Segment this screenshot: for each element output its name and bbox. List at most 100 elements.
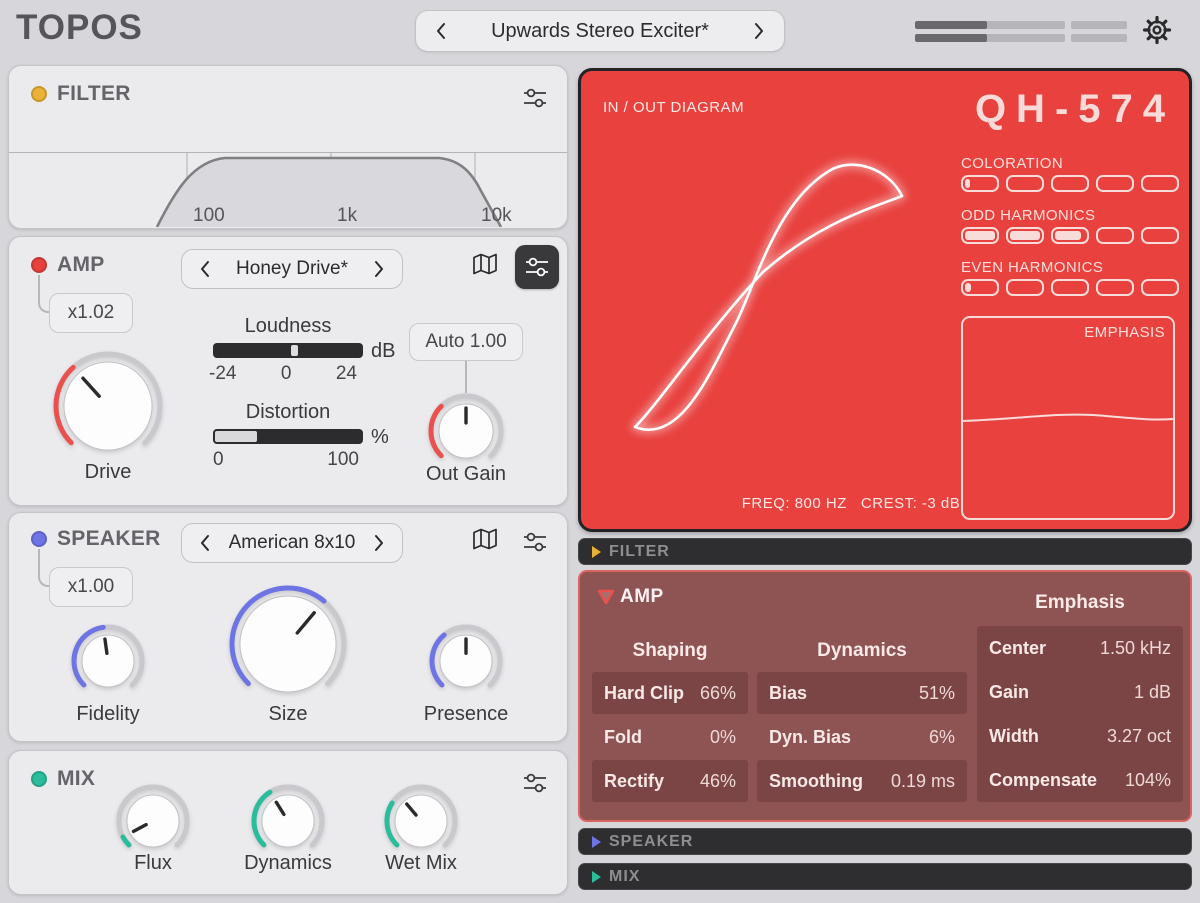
meter-pill — [1096, 227, 1134, 244]
drive-knob-label: Drive — [48, 461, 168, 484]
speaker-preset-browser[interactable]: American 8x10 — [181, 523, 403, 563]
preset-browser[interactable]: Upwards Stereo Exciter* — [415, 10, 785, 52]
speaker-preset-next-button[interactable] — [368, 532, 390, 554]
amp-multiplier-badge[interactable]: x1.02 — [49, 293, 133, 333]
odd-harmonics-label: ODD HARMONICS — [961, 207, 1095, 224]
chevron-right-icon — [373, 260, 385, 278]
smoothing-cell[interactable]: Smoothing 0.19 ms — [757, 760, 967, 802]
mix-enable-led[interactable] — [31, 771, 47, 787]
meter-pill — [1141, 279, 1179, 296]
distortion-slider-fill — [215, 431, 257, 442]
bias-cell[interactable]: Bias 51% — [757, 672, 967, 714]
fold-cell[interactable]: Fold 0% — [592, 716, 748, 758]
even-harmonics-label: EVEN HARMONICS — [961, 259, 1103, 276]
size-knob[interactable] — [228, 584, 348, 709]
distortion-label: Distortion — [228, 401, 348, 424]
compensate-cell[interactable]: Compensate 104% — [977, 758, 1183, 802]
fidelity-knob-label: Fidelity — [48, 703, 168, 726]
shaping-column-header: Shaping — [592, 630, 748, 672]
expand-triangle-icon — [592, 871, 601, 883]
emphasis-column-header: Emphasis — [977, 582, 1183, 624]
amp-detail-section-expanded: AMP Emphasis Shaping Hard Clip 66% Fold … — [578, 570, 1192, 822]
out-gain-auto-badge[interactable]: Auto 1.00 — [409, 323, 523, 361]
mix-detail-row-collapsed[interactable]: MIX — [578, 863, 1192, 890]
meter-pill — [1051, 227, 1089, 244]
map-icon — [472, 528, 498, 551]
hard-clip-cell[interactable]: Hard Clip 66% — [592, 672, 748, 714]
meter-right-channel — [915, 34, 1127, 42]
rectify-cell[interactable]: Rectify 46% — [592, 760, 748, 802]
drive-knob[interactable] — [52, 350, 164, 467]
app-logo: TOPOS — [16, 8, 143, 48]
speaker-preset-map-button[interactable] — [472, 528, 498, 556]
speaker-preset-prev-button[interactable] — [194, 532, 216, 554]
presence-knob[interactable] — [428, 623, 504, 704]
meter-pill — [961, 279, 999, 296]
amp-preset-next-button[interactable] — [368, 258, 390, 280]
filter-advanced-button[interactable] — [521, 86, 549, 115]
freq-readout: FREQ: 800 HZ — [742, 495, 847, 512]
amp-panel-title: AMP — [57, 253, 105, 277]
filter-panel: FILTER 100 1k 10k — [8, 65, 568, 229]
gear-icon — [1140, 13, 1174, 47]
display-model-name: QH-574 — [975, 87, 1175, 132]
mix-panel: MIX Flux Dynamics Wet Mix — [8, 750, 568, 895]
center-cell[interactable]: Center 1.50 kHz — [977, 626, 1183, 670]
emphasis-parameter-block: Center 1.50 kHz Gain 1 dB Width 3.27 oct… — [977, 626, 1183, 802]
plugin-window: TOPOS Upwards Stereo Exciter* — [0, 0, 1200, 903]
distortion-slider[interactable] — [213, 429, 363, 444]
amp-advanced-button-active[interactable] — [515, 245, 559, 289]
settings-button[interactable] — [1140, 13, 1174, 52]
dyn-bias-cell[interactable]: Dyn. Bias 6% — [757, 716, 967, 758]
dynamics-knob-label: Dynamics — [228, 852, 348, 875]
chevron-left-icon — [199, 534, 211, 552]
speaker-detail-row-collapsed[interactable]: SPEAKER — [578, 828, 1192, 855]
amp-preset-browser[interactable]: Honey Drive* — [181, 249, 403, 289]
meter-pill — [1096, 175, 1134, 192]
sliders-icon — [521, 86, 549, 110]
meter-pill — [1006, 279, 1044, 296]
filter-enable-led[interactable] — [31, 86, 47, 102]
distortion-unit: % — [371, 426, 389, 449]
loudness-label: Loudness — [228, 315, 348, 338]
chevron-left-icon — [434, 21, 448, 41]
emphasis-curve-box: EMPHASIS — [961, 316, 1175, 520]
flux-knob-label: Flux — [93, 852, 213, 875]
even-harmonics-meter — [961, 279, 1179, 296]
speaker-enable-led[interactable] — [31, 531, 47, 547]
output-level-meters — [915, 21, 1127, 47]
preset-next-button[interactable] — [748, 20, 770, 42]
speaker-multiplier-badge[interactable]: x1.00 — [49, 567, 133, 607]
emphasis-curve — [963, 410, 1173, 426]
size-knob-label: Size — [228, 703, 348, 726]
sliders-icon — [523, 255, 551, 279]
gain-cell[interactable]: Gain 1 dB — [977, 670, 1183, 714]
loudness-slider-handle[interactable] — [291, 345, 298, 356]
speaker-advanced-button[interactable] — [521, 530, 549, 559]
meter-pill — [1096, 279, 1134, 296]
filter-detail-label: FILTER — [609, 543, 670, 561]
dynamics-column-header: Dynamics — [757, 630, 967, 672]
speaker-panel: SPEAKER x1.00 American 8x10 — [8, 512, 568, 742]
meter-pill — [1051, 279, 1089, 296]
amp-detail-title: AMP — [620, 586, 664, 608]
wet-mix-knob-label: Wet Mix — [361, 852, 481, 875]
amp-preset-prev-button[interactable] — [194, 258, 216, 280]
meter-pill — [961, 175, 999, 192]
fidelity-knob[interactable] — [70, 623, 146, 704]
collapse-triangle-icon[interactable] — [596, 588, 616, 611]
width-cell[interactable]: Width 3.27 oct — [977, 714, 1183, 758]
emphasis-box-label: EMPHASIS — [1084, 324, 1165, 341]
meter-left-channel — [915, 21, 1127, 29]
mix-advanced-button[interactable] — [521, 771, 549, 800]
loudness-slider[interactable] — [213, 343, 363, 358]
amp-enable-led[interactable] — [31, 257, 47, 273]
amp-preset-map-button[interactable] — [472, 253, 498, 281]
expand-triangle-icon — [592, 836, 601, 848]
meter-pill — [1141, 175, 1179, 192]
filter-curve-graph[interactable]: 100 1k 10k — [9, 152, 567, 228]
speaker-panel-title: SPEAKER — [57, 527, 161, 551]
filter-detail-row-collapsed[interactable]: FILTER — [578, 538, 1192, 565]
meter-pill — [1006, 227, 1044, 244]
preset-prev-button[interactable] — [430, 20, 452, 42]
